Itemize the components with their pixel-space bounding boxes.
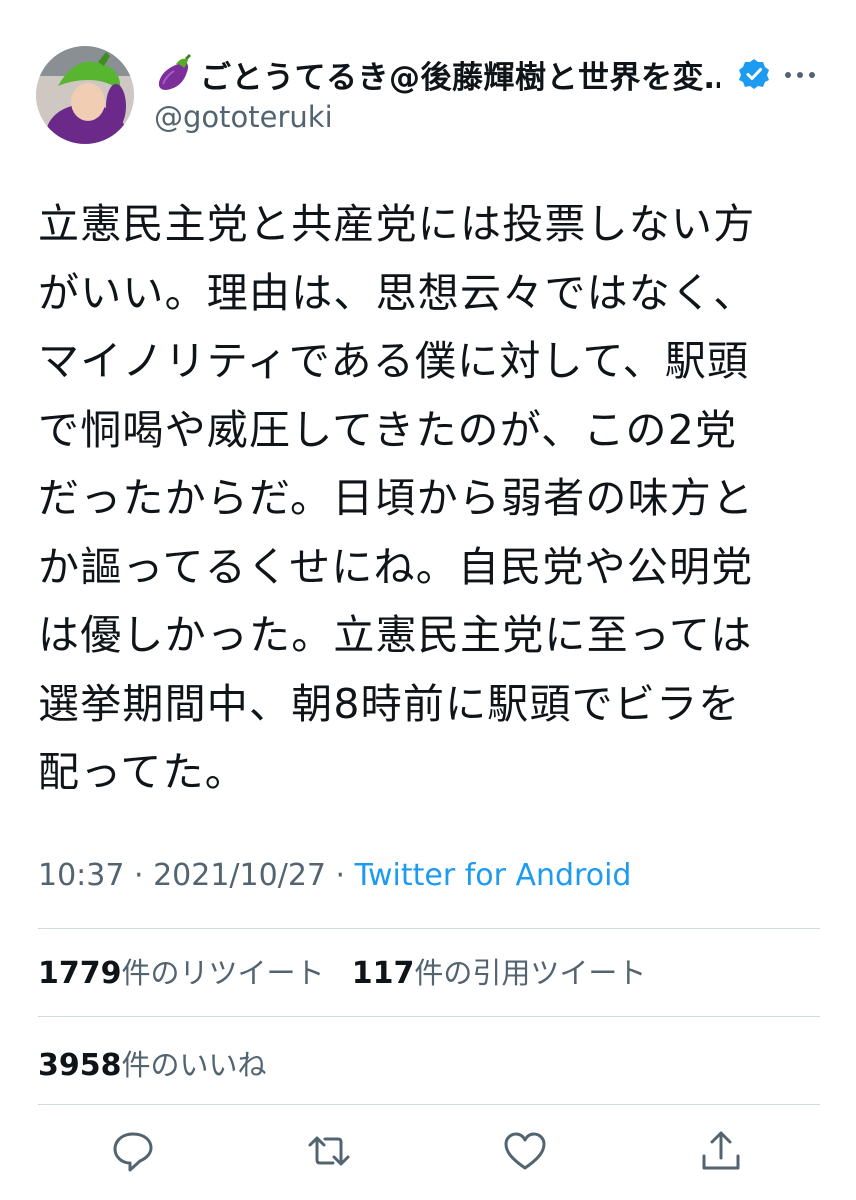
tweet-source-link[interactable]: Twitter for Android <box>355 858 632 893</box>
like-icon[interactable] <box>502 1128 548 1174</box>
quote-label: 件の引用ツイート <box>414 956 647 990</box>
author-handle[interactable]: @gototeruki <box>154 100 333 134</box>
likes-stats-row: 3958件のいいね <box>38 1042 285 1084</box>
tweet-date[interactable]: 2021/10/27 <box>153 858 326 893</box>
quotes-stat[interactable]: 117件の引用ツイート <box>351 956 647 991</box>
retweet-count: 1779 <box>38 956 122 991</box>
eggplant-icon <box>154 54 194 94</box>
more-options-icon[interactable] <box>780 60 820 90</box>
tweet-text-line: は優しかった。立憲民主党に至っては <box>38 611 753 659</box>
tweet-time[interactable]: 10:37 <box>38 858 124 893</box>
retweet-icon[interactable] <box>306 1128 352 1174</box>
retweet-label: 件のリツイート <box>121 956 325 990</box>
like-count: 3958 <box>38 1048 122 1083</box>
divider <box>38 1016 820 1017</box>
tweet-meta: 10:37 · 2021/10/27 · Twitter for Android <box>38 858 631 893</box>
display-name[interactable]: ごとうてるき@後藤輝樹と世界を変… <box>200 52 720 97</box>
share-icon[interactable] <box>698 1128 744 1174</box>
tweet-text-line: 立憲民主党と共産党には投票しない方 <box>38 200 756 248</box>
retweet-stats-row: 1779件のリツイート 117件の引用ツイート <box>38 950 664 992</box>
divider <box>38 928 820 929</box>
retweets-stat[interactable]: 1779件のリツイート <box>38 956 325 991</box>
tweet-text-line: か謳ってるくせにね。自民党や公明党 <box>38 542 754 591</box>
like-label: 件のいいね <box>121 1048 267 1082</box>
meta-separator: · <box>124 858 154 893</box>
verified-badge-icon <box>738 58 770 90</box>
action-bar <box>0 1128 856 1178</box>
tweet-text-line: 配ってた。 <box>38 748 247 796</box>
author-name-row[interactable]: ごとうてるき@後藤輝樹と世界を変… <box>154 52 794 96</box>
reply-icon[interactable] <box>110 1128 156 1174</box>
tweet-text-line: だったからだ。日頃から弱者の味方と <box>38 474 755 522</box>
tweet-card: ごとうてるき@後藤輝樹と世界を変… @gototeruki 立憲民主党と共産党に… <box>0 0 856 1200</box>
likes-stat[interactable]: 3958件のいいね <box>38 1048 267 1083</box>
quote-count: 117 <box>351 956 415 991</box>
tweet-text: 立憲民主党と共産党には投票しない方 がいい。理由は、思想云々ではなく、 マイノリ… <box>38 190 828 807</box>
meta-separator: · <box>326 858 355 893</box>
tweet-text-line: マイノリティである僕に対して、駅頭 <box>38 337 750 385</box>
tweet-text-line: で恫喝や威圧してきたのが、この2党 <box>38 405 738 454</box>
avatar[interactable] <box>36 46 134 144</box>
divider <box>38 1104 820 1105</box>
tweet-text-line: がいい。理由は、思想云々ではなく、 <box>38 268 756 317</box>
tweet-text-line: 選挙期間中、朝8時前に駅頭でビラを <box>38 679 741 728</box>
